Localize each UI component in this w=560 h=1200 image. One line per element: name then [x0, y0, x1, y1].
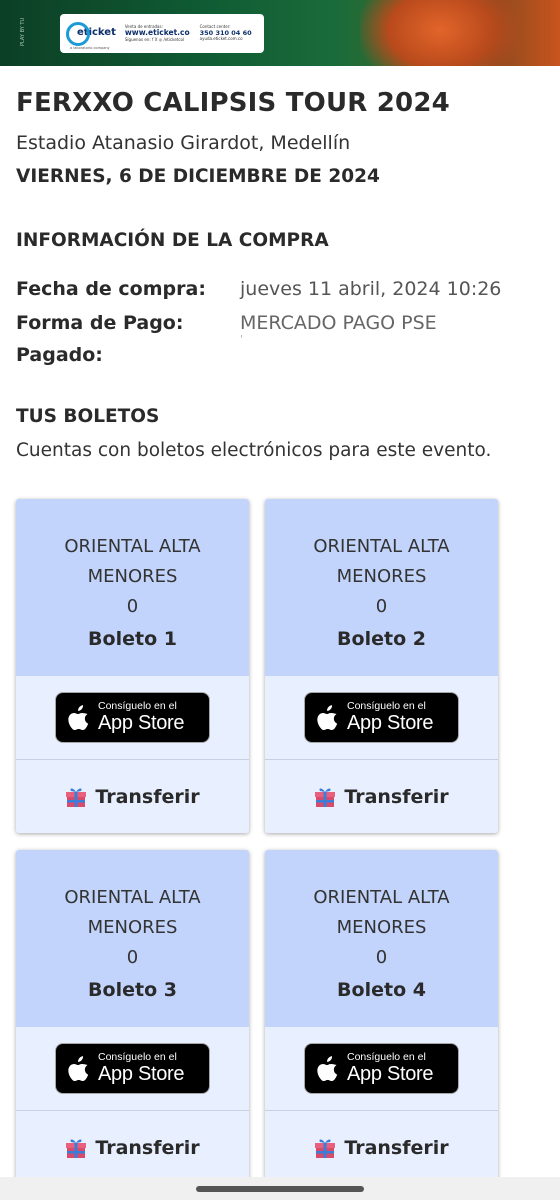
- gift-icon: [66, 1139, 87, 1158]
- ticket-number: 0: [126, 947, 139, 968]
- ticket-card: ORIENTAL ALTA MENORES 0 Boleto 4 Consígu…: [265, 850, 498, 1184]
- app-store-title: App Store: [98, 1062, 185, 1085]
- help-url[interactable]: ayuda.eticket.com.co: [200, 37, 252, 42]
- app-store-button[interactable]: Consíguelo en el App Store: [55, 692, 210, 743]
- promo-banner: PLAY BY TU eticket a laboratorio company…: [0, 0, 560, 66]
- eticket-ad-card[interactable]: eticket a laboratorio company Venta de e…: [60, 14, 264, 53]
- ticket-header: ORIENTAL ALTA MENORES 0 Boleto 3: [16, 850, 249, 1027]
- payment-method-value: MERCADO PAGO PSE: [240, 312, 437, 334]
- store-row: Consíguelo en el App Store: [265, 1027, 498, 1111]
- social-caption: Síguenos en: f X ◎ /eticketcol: [124, 36, 185, 42]
- event-title: FERXXO CALIPSIS TOUR 2024: [16, 88, 450, 118]
- gift-icon: [66, 788, 87, 807]
- paid-value: ': [240, 334, 243, 345]
- ticket-category: MENORES: [336, 566, 427, 587]
- purchase-section-title: INFORMACIÓN DE LA COMPRA: [16, 230, 329, 251]
- apple-logo-icon: [317, 704, 338, 730]
- ticket-header: ORIENTAL ALTA MENORES 0 Boleto 1: [16, 499, 249, 676]
- banner-side-text: PLAY BY TU: [20, 17, 26, 46]
- store-row: Consíguelo en el App Store: [265, 676, 498, 760]
- app-store-button[interactable]: Consíguelo en el App Store: [304, 1043, 459, 1094]
- transfer-label: Transferir: [95, 1136, 200, 1159]
- ticket-zone: ORIENTAL ALTA: [64, 887, 201, 908]
- transfer-button[interactable]: Transferir: [265, 760, 498, 833]
- app-store-title: App Store: [347, 1062, 434, 1085]
- ticket-label: Boleto 3: [88, 979, 177, 1001]
- ticket-label: Boleto 2: [337, 628, 426, 650]
- ticket-zone: ORIENTAL ALTA: [313, 536, 450, 557]
- ad-contact-block: Contact center: 350 310 04 60 ayuda.etic…: [200, 25, 252, 42]
- apple-logo-icon: [68, 704, 89, 730]
- transfer-button[interactable]: Transferir: [16, 1111, 249, 1184]
- ticket-card: ORIENTAL ALTA MENORES 0 Boleto 1 Consígu…: [16, 499, 249, 833]
- store-row: Consíguelo en el App Store: [16, 676, 249, 760]
- transfer-button[interactable]: Transferir: [16, 760, 249, 833]
- eticket-logo-icon: [66, 21, 90, 46]
- app-store-caption: Consíguelo en el: [98, 700, 177, 713]
- eticket-logo-sub: a laboratorio company: [70, 46, 110, 50]
- ticket-card: ORIENTAL ALTA MENORES 0 Boleto 3 Consígu…: [16, 850, 249, 1184]
- ticket-number: 0: [375, 596, 388, 617]
- purchase-date-value: jueves 11 abril, 2024 10:26: [240, 278, 502, 300]
- app-store-caption: Consíguelo en el: [98, 1051, 177, 1064]
- apple-logo-icon: [317, 1055, 338, 1081]
- event-venue: Estadio Atanasio Girardot, Medellín: [16, 132, 351, 154]
- ticket-label: Boleto 1: [88, 628, 177, 650]
- purchase-date-label: Fecha de compra:: [16, 278, 206, 300]
- tickets-section-title: TUS BOLETOS: [16, 406, 160, 427]
- app-store-button[interactable]: Consíguelo en el App Store: [304, 692, 459, 743]
- app-store-caption: Consíguelo en el: [347, 700, 426, 713]
- ticket-number: 0: [126, 596, 139, 617]
- transfer-label: Transferir: [344, 785, 449, 808]
- ad-sales-block: Venta de entradas: www.eticket.co Síguen…: [124, 24, 190, 42]
- ticket-zone: ORIENTAL ALTA: [313, 887, 450, 908]
- gift-icon: [315, 1139, 336, 1158]
- gift-icon: [315, 788, 336, 807]
- ticket-category: MENORES: [336, 917, 427, 938]
- ticket-category: MENORES: [87, 566, 178, 587]
- transfer-label: Transferir: [344, 1136, 449, 1159]
- ticket-header: ORIENTAL ALTA MENORES 0 Boleto 4: [265, 850, 498, 1027]
- ticket-header: ORIENTAL ALTA MENORES 0 Boleto 2: [265, 499, 498, 676]
- ticket-label: Boleto 4: [337, 979, 426, 1001]
- event-date: VIERNES, 6 DE DICIEMBRE DE 2024: [16, 166, 380, 187]
- ticket-card: ORIENTAL ALTA MENORES 0 Boleto 2 Consígu…: [265, 499, 498, 833]
- transfer-button[interactable]: Transferir: [265, 1111, 498, 1184]
- app-store-caption: Consíguelo en el: [347, 1051, 426, 1064]
- apple-logo-icon: [68, 1055, 89, 1081]
- banner-artwork: [360, 0, 520, 66]
- transfer-label: Transferir: [95, 785, 200, 808]
- tickets-section-subtitle: Cuentas con boletos electrónicos para es…: [16, 440, 492, 461]
- store-row: Consíguelo en el App Store: [16, 1027, 249, 1111]
- ticket-category: MENORES: [87, 917, 178, 938]
- app-store-button[interactable]: Consíguelo en el App Store: [55, 1043, 210, 1094]
- app-store-title: App Store: [98, 711, 185, 734]
- ticket-zone: ORIENTAL ALTA: [64, 536, 201, 557]
- payment-method-label: Forma de Pago:: [16, 312, 184, 334]
- ticket-number: 0: [375, 947, 388, 968]
- app-store-title: App Store: [347, 711, 434, 734]
- paid-label: Pagado:: [16, 344, 103, 366]
- home-indicator[interactable]: [196, 1186, 364, 1192]
